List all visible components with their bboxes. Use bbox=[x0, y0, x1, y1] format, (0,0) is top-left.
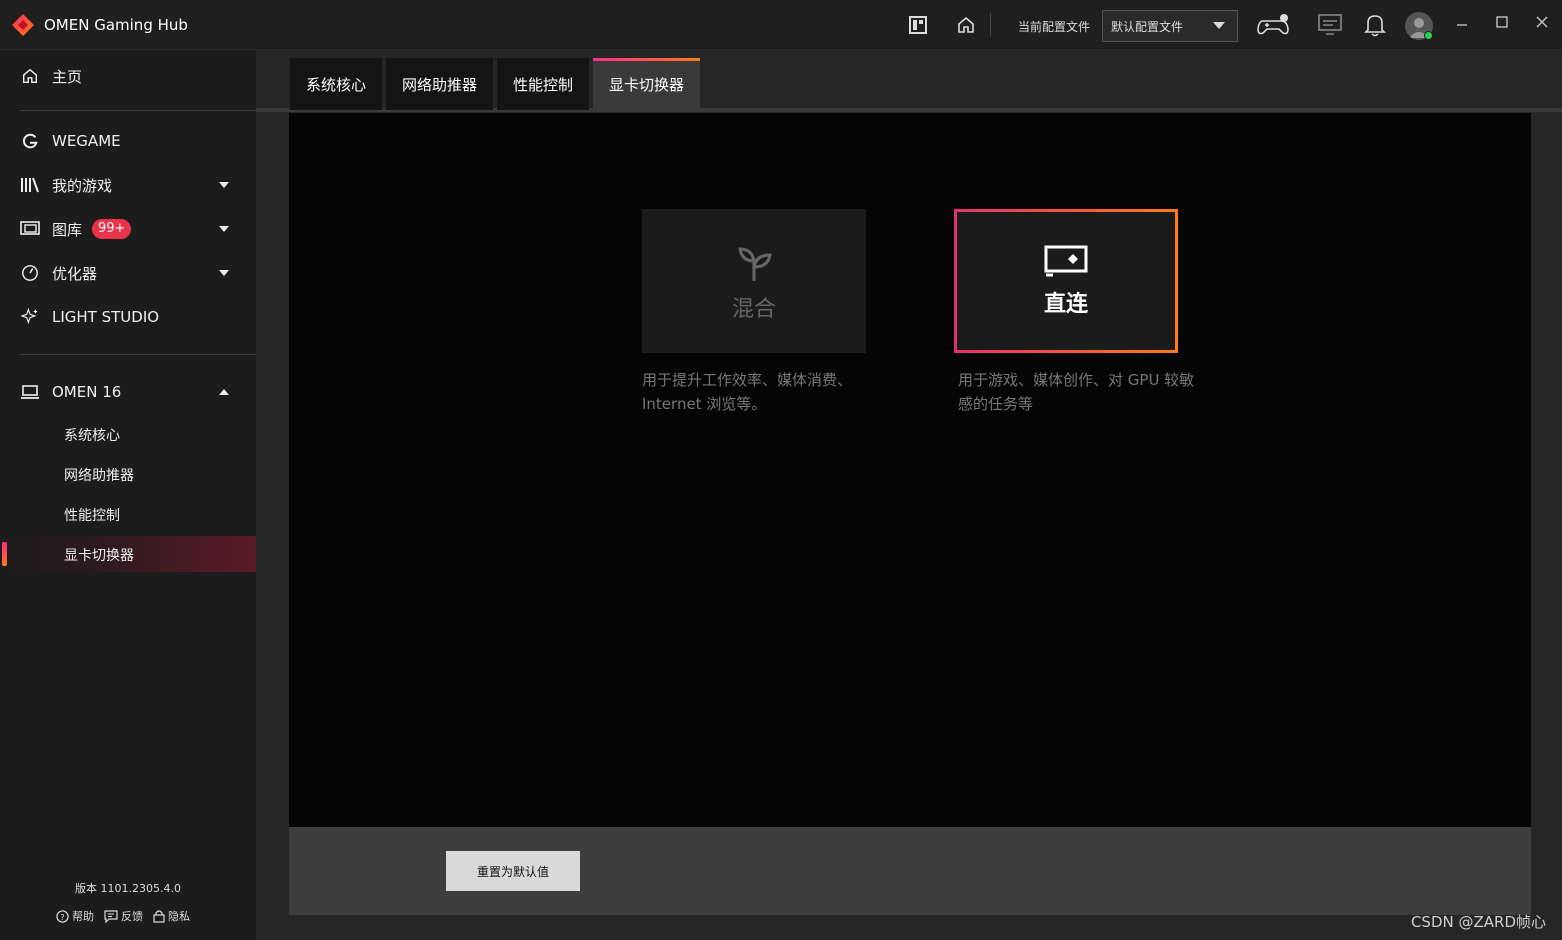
privacy-link[interactable]: 隐私 bbox=[153, 908, 190, 924]
sidebar-item-label: WEGAME bbox=[52, 132, 121, 150]
title-bar: OMEN Gaming Hub 当前配置文件 默认配置文件 bbox=[0, 0, 1562, 50]
tab-system-core[interactable]: 系统核心 bbox=[290, 58, 383, 110]
feedback-icon bbox=[104, 909, 118, 923]
sidebar-item-label: 图库 bbox=[52, 220, 83, 239]
sidebar-item-label: 优化器 bbox=[52, 264, 98, 283]
hybrid-mode-card[interactable]: 混合 bbox=[642, 209, 866, 353]
sidebar-item-label: 我的游戏 bbox=[52, 176, 113, 195]
active-indicator bbox=[2, 542, 7, 566]
sidebar-subitem-graphics-switcher[interactable]: 显卡切换器 bbox=[0, 536, 256, 572]
help-icon: ? bbox=[56, 909, 69, 923]
omen-logo-icon bbox=[12, 14, 34, 36]
tab-network-booster[interactable]: 网络助推器 bbox=[386, 58, 494, 110]
sidebar: 主页 WEGAME 我的游戏 图库 99+ 优化器 LIGHT STUDIO O… bbox=[0, 50, 256, 940]
chevron-down-icon bbox=[1213, 22, 1225, 29]
bell-icon[interactable] bbox=[1362, 12, 1388, 38]
chevron-down-icon[interactable] bbox=[219, 182, 229, 188]
help-label: 帮助 bbox=[72, 910, 94, 923]
profile-label: 当前配置文件 bbox=[1018, 20, 1091, 34]
sidebar-item-home[interactable]: 主页 bbox=[0, 56, 256, 96]
tab-bar: 系统核心 网络助推器 性能控制 显卡切换器 bbox=[290, 58, 701, 110]
header-divider bbox=[990, 13, 991, 37]
chevron-down-icon[interactable] bbox=[219, 226, 229, 232]
sidebar-subitem-performance-control[interactable]: 性能控制 bbox=[0, 496, 256, 532]
sidebar-item-my-games[interactable]: 我的游戏 bbox=[0, 165, 256, 205]
sparkle-icon bbox=[20, 307, 40, 327]
sidebar-subitem-label: 网络助推器 bbox=[64, 468, 134, 484]
close-icon[interactable] bbox=[1532, 15, 1552, 35]
chevron-down-icon[interactable] bbox=[219, 270, 229, 276]
laptop-icon bbox=[20, 382, 40, 402]
maximize-icon[interactable] bbox=[1492, 15, 1512, 35]
direct-mode-card[interactable]: 直连 bbox=[954, 209, 1178, 353]
display-icon bbox=[1044, 245, 1088, 277]
sidebar-divider bbox=[20, 110, 256, 111]
sidebar-subitem-system-core[interactable]: 系统核心 bbox=[0, 416, 256, 452]
chevron-up-icon[interactable] bbox=[219, 389, 229, 395]
wegame-icon bbox=[20, 131, 40, 151]
hybrid-mode-description: 用于提升工作效率、媒体消费、Internet 浏览等。 bbox=[642, 371, 853, 413]
lock-icon bbox=[153, 910, 165, 923]
sidebar-item-label: LIGHT STUDIO bbox=[52, 308, 160, 326]
tab-performance-control[interactable]: 性能控制 bbox=[497, 58, 590, 110]
help-link[interactable]: ? 帮助 bbox=[56, 908, 94, 924]
sidebar-item-omen-16[interactable]: OMEN 16 bbox=[0, 372, 256, 412]
footer-links: ? 帮助 反馈 隐私 bbox=[56, 908, 190, 924]
feedback-label: 反馈 bbox=[121, 910, 143, 923]
online-status-icon bbox=[1424, 31, 1433, 40]
minimize-icon[interactable] bbox=[1452, 15, 1472, 35]
sidebar-item-wegame[interactable]: WEGAME bbox=[0, 121, 256, 161]
sidebar-item-label: 主页 bbox=[52, 67, 83, 86]
bottom-action-bar: 重置为默认值 bbox=[289, 827, 1531, 915]
tab-graphics-switcher[interactable]: 显卡切换器 bbox=[593, 58, 701, 110]
controller-icon[interactable] bbox=[1256, 12, 1292, 38]
hybrid-mode-name: 混合 bbox=[731, 297, 776, 322]
home-icon[interactable] bbox=[953, 12, 979, 38]
svg-text:?: ? bbox=[60, 911, 64, 921]
direct-mode-description: 用于游戏、媒体创作、对 GPU 较敏感的任务等 bbox=[958, 371, 1195, 413]
reset-to-default-button[interactable]: 重置为默认值 bbox=[446, 851, 580, 891]
count-badge: 99+ bbox=[92, 219, 132, 239]
sidebar-subitem-label: 显卡切换器 bbox=[64, 548, 134, 564]
sidebar-item-gallery[interactable]: 图库 99+ bbox=[0, 209, 256, 249]
graphics-switcher-panel: 混合 用于提升工作效率、媒体消费、Internet 浏览等。 直连 用于游戏、媒… bbox=[289, 113, 1531, 827]
widget-icon[interactable] bbox=[905, 12, 931, 38]
version-label: 版本 1101.2305.4.0 bbox=[75, 882, 181, 895]
sprout-icon bbox=[738, 247, 772, 281]
sidebar-item-light-studio[interactable]: LIGHT STUDIO bbox=[0, 297, 256, 337]
sidebar-item-label: OMEN 16 bbox=[52, 383, 122, 401]
direct-mode-name: 直连 bbox=[1043, 292, 1088, 317]
main-content: 系统核心 网络助推器 性能控制 显卡切换器 混合 用于提升工作效率、媒体消费、I… bbox=[256, 50, 1562, 940]
feedback-link[interactable]: 反馈 bbox=[104, 908, 143, 924]
profile-dropdown-value: 默认配置文件 bbox=[1111, 19, 1184, 34]
privacy-label: 隐私 bbox=[168, 910, 190, 923]
app-title: OMEN Gaming Hub bbox=[44, 16, 188, 34]
library-icon bbox=[20, 175, 40, 195]
profile-dropdown[interactable]: 默认配置文件 bbox=[1102, 10, 1238, 42]
sidebar-item-optimizer[interactable]: 优化器 bbox=[0, 253, 256, 293]
monitor-icon[interactable] bbox=[1316, 12, 1344, 38]
sidebar-subitem-network-booster[interactable]: 网络助推器 bbox=[0, 456, 256, 492]
sidebar-subitem-label: 性能控制 bbox=[64, 508, 120, 524]
home-icon bbox=[20, 66, 40, 86]
gauge-icon bbox=[20, 263, 40, 283]
gallery-icon bbox=[20, 219, 40, 239]
sidebar-divider bbox=[20, 354, 256, 355]
watermark: CSDN @ZARD帧心 bbox=[1410, 913, 1546, 931]
sidebar-subitem-label: 系统核心 bbox=[64, 428, 120, 444]
